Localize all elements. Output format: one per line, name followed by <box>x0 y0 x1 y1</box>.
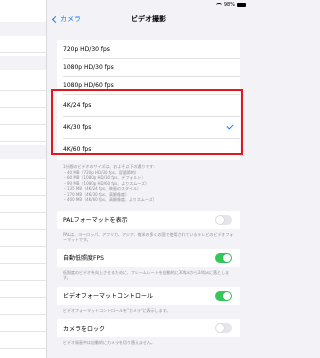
pal-note: PALは、ヨーロッパ、アフリカ、アジア、南米の多くの国で使用されているテレビのビ… <box>63 231 234 243</box>
auto-fps-group: 自動低照度FPS <box>57 248 240 267</box>
sidebar-row[interactable] <box>0 230 46 247</box>
battery-percent: 98% <box>223 2 235 8</box>
format-control-group: ビデオフォーマットコントロール <box>57 286 240 305</box>
pal-format-row: PALフォーマットを表示 <box>57 211 240 229</box>
sidebar-band <box>0 22 46 36</box>
lock-camera-note: ビデオ録画中は自動的にカメラを切り替えません。 <box>63 340 155 345</box>
option-label: 1080p HD/30 fps <box>63 63 114 71</box>
auto-fps-toggle[interactable] <box>215 252 232 263</box>
sidebar-row[interactable] <box>0 125 46 142</box>
sidebar-row[interactable] <box>0 108 46 125</box>
lock-camera-toggle[interactable] <box>215 323 232 333</box>
lock-camera-label: カメラをロック <box>63 325 106 333</box>
option-label: 1080p HD/60 fps <box>63 81 114 89</box>
sidebar-row[interactable] <box>0 281 46 298</box>
page-title: ビデオ撮影 <box>131 15 166 23</box>
navigation-bar: カメラ ビデオ撮影 <box>47 10 250 32</box>
sidebar-row[interactable] <box>0 36 46 53</box>
auto-fps-label: 自動低照度FPS <box>63 255 104 262</box>
sidebar-row[interactable] <box>0 264 46 281</box>
status-bar: 98% <box>215 2 246 8</box>
resolution-option-720p-30[interactable]: 720p HD/30 fps <box>57 40 240 58</box>
sidebar-row[interactable] <box>0 247 46 264</box>
format-control-row: ビデオフォーマットコントロール <box>57 287 240 305</box>
toggle-knob <box>223 253 231 262</box>
sidebar-row[interactable] <box>0 162 46 179</box>
video-settings-content: 720p HD/30 fps 1080p HD/30 fps 1080p HD/… <box>47 32 250 346</box>
option-label: 720p HD/30 fps <box>63 45 110 53</box>
lock-camera-row: カメラをロック <box>57 319 240 337</box>
sidebar-band <box>0 56 46 70</box>
highlight-box <box>51 89 243 155</box>
sidebar-row[interactable] <box>0 298 46 315</box>
format-control-label: ビデオフォーマットコントロール <box>63 293 154 300</box>
pal-format-toggle[interactable] <box>215 214 232 225</box>
toggle-knob <box>216 215 224 224</box>
sidebar-row[interactable] <box>0 196 46 213</box>
sidebar-row[interactable] <box>0 213 46 230</box>
pal-group: PALフォーマットを表示 <box>57 210 240 229</box>
toggle-knob <box>223 291 231 300</box>
resolution-option-1080p-30[interactable]: 1080p HD/30 fps <box>57 58 240 76</box>
settings-sidebar <box>0 0 47 358</box>
sidebar-row[interactable] <box>0 332 46 349</box>
wifi-icon <box>215 3 222 7</box>
lock-camera-group: カメラをロック <box>57 319 240 337</box>
size-note: 1分間のビデオのサイズは、およそ以下の通りです: ・40 MB（720p HD/… <box>47 160 250 203</box>
auto-fps-row: 自動低照度FPS <box>57 249 240 267</box>
pal-format-label: PALフォーマットを表示 <box>63 217 128 224</box>
battery-icon <box>237 3 246 7</box>
auto-fps-note: 低照度のビデオを向上させるために、フレームレートを自動的に30fpsから24fp… <box>63 269 230 281</box>
sidebar-row[interactable] <box>0 91 46 108</box>
sidebar-row[interactable] <box>0 179 46 196</box>
sidebar-row[interactable] <box>0 74 46 91</box>
format-control-note: ビデオフォーマットコントロールを"カメラ"に表示します。 <box>63 307 171 313</box>
format-control-toggle[interactable] <box>215 290 232 301</box>
sidebar-row[interactable] <box>0 315 46 332</box>
sidebar-band <box>0 145 46 159</box>
toggle-knob <box>216 324 224 332</box>
